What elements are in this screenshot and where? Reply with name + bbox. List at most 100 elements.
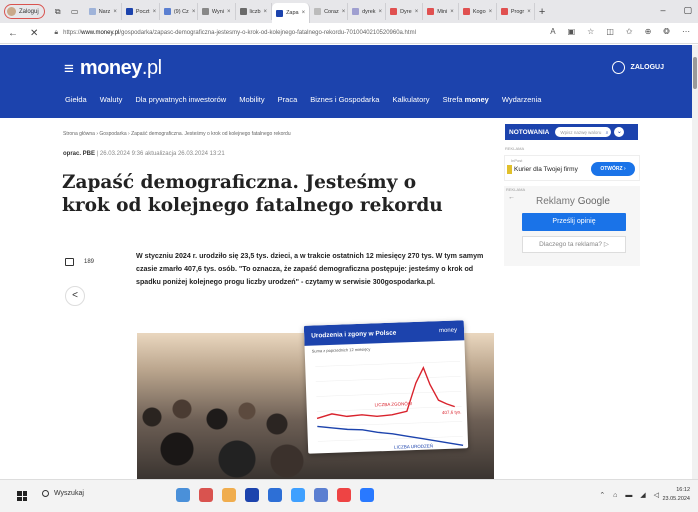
browser-tab[interactable]: Dyre × bbox=[386, 3, 424, 20]
tab-favicon-icon bbox=[500, 8, 508, 15]
copilot-icon[interactable]: ❂ bbox=[663, 27, 670, 36]
ad-open-button[interactable]: OTWÓRZ › bbox=[591, 162, 635, 176]
hamburger-menu-icon[interactable]: ≡ bbox=[64, 59, 74, 79]
births-deaths-chart: Urodzenia i zgony w Polsce money Suma z … bbox=[303, 320, 469, 454]
inpost-ad[interactable]: InPost Kurier dla Twojej firmy OTWÓRZ › bbox=[504, 155, 640, 181]
tab-close-icon[interactable]: × bbox=[415, 9, 419, 15]
tab-actions-icon[interactable]: ▭ bbox=[68, 7, 82, 16]
more-icon[interactable]: ⋯ bbox=[682, 27, 690, 36]
url-field[interactable]: 🔒︎ https://www.money.pl/gospodarka/zapas… bbox=[50, 26, 520, 41]
menu-item[interactable]: Dla prywatnych inwestorów bbox=[135, 95, 226, 104]
start-button[interactable] bbox=[17, 491, 27, 501]
taskbar-app-icon[interactable] bbox=[268, 488, 282, 502]
favorite-star-icon[interactable]: ☆ bbox=[587, 27, 594, 36]
login-label: ZALOGUJ bbox=[630, 64, 664, 71]
browser-tab-active[interactable]: Zapa × bbox=[272, 3, 311, 23]
money-logo[interactable]: money.pl bbox=[80, 57, 162, 80]
quote-search-placeholder: Wpisz nazwę waloru bbox=[560, 129, 602, 135]
menu-item[interactable]: Waluty bbox=[100, 95, 123, 104]
maximize-icon[interactable]: ▢ bbox=[683, 5, 692, 16]
ad-text: Kurier dla Twojej firmy bbox=[514, 166, 578, 173]
tab-close-icon[interactable]: × bbox=[342, 9, 346, 15]
tab-close-icon[interactable]: × bbox=[302, 10, 306, 16]
quote-search-input[interactable]: Wpisz nazwę waloru ⌕ bbox=[555, 127, 612, 137]
menu-item[interactable]: Wydarzenia bbox=[502, 95, 542, 104]
read-aloud-icon[interactable]: A bbox=[550, 27, 555, 36]
chevron-down-icon[interactable]: ⌄ bbox=[614, 127, 625, 137]
tab-close-icon[interactable]: × bbox=[153, 9, 157, 15]
tab-close-icon[interactable]: × bbox=[264, 9, 268, 15]
new-tab-button[interactable]: + bbox=[539, 6, 545, 18]
browser-tab[interactable]: (9) Cz × bbox=[160, 3, 198, 20]
browser-tab[interactable]: Narz × bbox=[85, 3, 122, 20]
google-brand: Google bbox=[577, 196, 610, 207]
author[interactable]: oprac. PBE bbox=[63, 151, 95, 157]
comments-count: 189 bbox=[84, 259, 95, 265]
taskbar-search[interactable]: Wyszukaj bbox=[42, 490, 84, 497]
comments-button[interactable]: 189 bbox=[65, 258, 105, 266]
browser-tab[interactable]: Wyni × bbox=[198, 3, 236, 20]
browser-tab[interactable]: dyrek × bbox=[348, 3, 387, 20]
user-icon bbox=[611, 61, 625, 74]
browser-tab[interactable]: Coraz × bbox=[310, 3, 349, 20]
browser-tab[interactable]: liczb × bbox=[236, 3, 273, 20]
login-button[interactable]: ZALOGUJ bbox=[611, 61, 664, 74]
tab-close-icon[interactable]: × bbox=[489, 9, 493, 15]
favorites-icon[interactable]: ✩ bbox=[626, 27, 633, 36]
taskbar-app-icon[interactable] bbox=[291, 488, 305, 502]
menu-item[interactable]: Mobility bbox=[239, 95, 264, 104]
browser-tab[interactable]: Progr × bbox=[497, 3, 535, 20]
taskbar-app-icon[interactable] bbox=[199, 488, 213, 502]
breadcrumb[interactable]: Strona główna › Gospodarka › Zapaść demo… bbox=[63, 131, 291, 137]
tab-close-icon[interactable]: × bbox=[527, 9, 531, 15]
google-brand-prefix: Reklamy bbox=[536, 196, 575, 207]
clock-time: 16:12 bbox=[676, 487, 690, 493]
back-icon[interactable]: ← bbox=[8, 28, 18, 39]
profile-button[interactable]: Zaloguj bbox=[4, 4, 45, 19]
tab-label: liczb bbox=[249, 8, 261, 15]
share-icon[interactable]: < bbox=[65, 286, 85, 306]
tab-close-icon[interactable]: × bbox=[192, 9, 196, 15]
close-page-icon[interactable]: ✕ bbox=[30, 28, 38, 39]
url-prefix: https:// bbox=[63, 30, 82, 36]
extensions-icon[interactable]: ▣ bbox=[568, 27, 576, 36]
windows-taskbar: Wyszukaj ⌃ ⌂ ▬ ◢ ◁ 16:12 23.05.2024 bbox=[0, 479, 698, 512]
taskbar-app-icon[interactable] bbox=[337, 488, 351, 502]
taskbar-app-icon[interactable] bbox=[360, 488, 374, 502]
menu-item-strefa-money[interactable]: Strefa money bbox=[443, 95, 489, 104]
tab-favicon-icon bbox=[201, 8, 209, 15]
menu-item[interactable]: Kalkulatory bbox=[392, 95, 429, 104]
tab-label: Progr bbox=[510, 8, 525, 15]
tab-label: Poczt bbox=[135, 8, 150, 15]
taskbar-app-icon[interactable] bbox=[222, 488, 236, 502]
send-feedback-button[interactable]: Prześlij opinię bbox=[522, 213, 626, 231]
page-scrollbar[interactable] bbox=[692, 45, 698, 479]
why-this-ad-button[interactable]: Dlaczego ta reklama? ▷ bbox=[522, 236, 626, 253]
menu-item[interactable]: Giełda bbox=[65, 95, 87, 104]
tab-close-icon[interactable]: × bbox=[113, 9, 117, 15]
notowania-label[interactable]: NOTOWANIA bbox=[509, 129, 549, 136]
workspaces-icon[interactable]: ⧉ bbox=[51, 7, 65, 17]
taskbar-app-icon[interactable] bbox=[245, 488, 259, 502]
taskbar-app-icon[interactable] bbox=[176, 488, 190, 502]
tab-close-icon[interactable]: × bbox=[450, 9, 454, 15]
tab-favicon-icon bbox=[390, 8, 398, 15]
menu-item[interactable]: Biznes i Gospodarka bbox=[310, 95, 379, 104]
browser-tab[interactable]: Kogo × bbox=[459, 3, 497, 20]
article-lead: W styczniu 2024 r. urodziło się 23,5 tys… bbox=[136, 252, 484, 286]
system-tray[interactable]: ⌃ ⌂ ▬ ◢ ◁ bbox=[599, 491, 662, 499]
menu-item[interactable]: Praca bbox=[278, 95, 298, 104]
tab-label: Narz bbox=[98, 8, 111, 15]
ad-label: REKLAMA bbox=[505, 146, 525, 151]
back-arrow-icon[interactable]: ← bbox=[508, 194, 515, 201]
split-screen-icon[interactable]: ◫ bbox=[606, 27, 614, 36]
scrollbar-thumb[interactable] bbox=[693, 57, 697, 89]
collections-icon[interactable]: ⊕ bbox=[645, 27, 652, 36]
browser-tab[interactable]: Mini × bbox=[423, 3, 459, 20]
minimize-icon[interactable]: – bbox=[660, 5, 665, 16]
clock[interactable]: 16:12 23.05.2024 bbox=[662, 486, 690, 504]
tab-close-icon[interactable]: × bbox=[227, 9, 231, 15]
tab-close-icon[interactable]: × bbox=[379, 9, 383, 15]
taskbar-app-icon[interactable] bbox=[314, 488, 328, 502]
browser-tab[interactable]: Poczt × bbox=[122, 3, 160, 20]
